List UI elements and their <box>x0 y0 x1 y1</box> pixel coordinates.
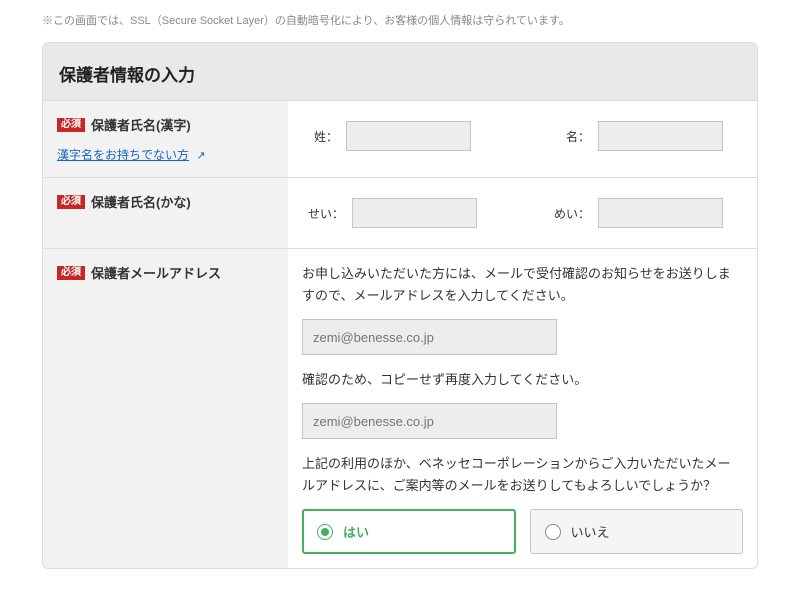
no-kanji-name-link[interactable]: 漢字名をお持ちでない方 <box>57 148 189 162</box>
mei-label: 名： <box>560 128 590 145</box>
required-badge: 必須 <box>57 118 85 132</box>
external-link-icon: ↗ <box>196 149 205 162</box>
no-kanji-name-link-wrap: 漢字名をお持ちでない方 ↗ <box>57 146 206 163</box>
mei-input-kana[interactable] <box>598 198 723 228</box>
ssl-notice: ※この画面では、SSL（Secure Socket Layer）の自動暗号化によ… <box>0 10 800 42</box>
row-label-area: 必須 保護者メールアドレス <box>43 249 288 568</box>
email-help-1: お申し込みいただいた方には、メールで受付確認のお知らせをお送りしますので、メール… <box>302 263 743 307</box>
guardian-info-form: 保護者情報の入力 必須 保護者氏名(漢字) 漢字名をお持ちでない方 ↗ 姓： <box>42 42 758 569</box>
section-title: 保護者情報の入力 <box>59 61 741 86</box>
row-content: 姓： 名： <box>288 101 757 177</box>
section-header: 保護者情報の入力 <box>43 43 757 101</box>
radio-option-no[interactable]: いいえ <box>530 509 744 554</box>
row-name-kanji: 必須 保護者氏名(漢字) 漢字名をお持ちでない方 ↗ 姓： 名： <box>43 101 757 178</box>
required-badge: 必須 <box>57 195 85 209</box>
mei-input-kanji[interactable] <box>598 121 723 151</box>
field-label: 保護者メールアドレス <box>91 263 221 282</box>
row-name-kana: 必須 保護者氏名(かな) せい： めい： <box>43 178 757 249</box>
email-confirm-input[interactable] <box>302 403 557 439</box>
radio-dot-icon <box>317 524 333 540</box>
row-label-area: 必須 保護者氏名(漢字) 漢字名をお持ちでない方 ↗ <box>43 101 288 177</box>
radio-option-yes[interactable]: はい <box>302 509 516 554</box>
row-content: お申し込みいただいた方には、メールで受付確認のお知らせをお送りしますので、メール… <box>288 249 757 568</box>
field-label: 保護者氏名(漢字) <box>91 115 191 134</box>
promo-optin-radio-group: はい いいえ <box>302 509 743 554</box>
required-badge: 必須 <box>57 266 85 280</box>
email-input[interactable] <box>302 319 557 355</box>
row-content: せい： めい： <box>288 178 757 248</box>
row-label-area: 必須 保護者氏名(かな) <box>43 178 288 248</box>
field-label: 保護者氏名(かな) <box>91 192 191 211</box>
sei-input-kanji[interactable] <box>346 121 471 151</box>
email-help-3: 上記の利用のほか、ベネッセコーポレーションからご入力いただいたメールアドレスに、… <box>302 453 743 497</box>
sei-label: 姓： <box>308 128 338 145</box>
radio-label-yes: はい <box>343 522 369 541</box>
row-email: 必須 保護者メールアドレス お申し込みいただいた方には、メールで受付確認のお知ら… <box>43 249 757 568</box>
email-help-2: 確認のため、コピーせず再度入力してください。 <box>302 369 743 391</box>
mei-label-kana: めい： <box>554 205 590 222</box>
radio-dot-icon <box>545 524 561 540</box>
sei-label-kana: せい： <box>308 205 344 222</box>
radio-label-no: いいえ <box>571 522 610 541</box>
sei-input-kana[interactable] <box>352 198 477 228</box>
